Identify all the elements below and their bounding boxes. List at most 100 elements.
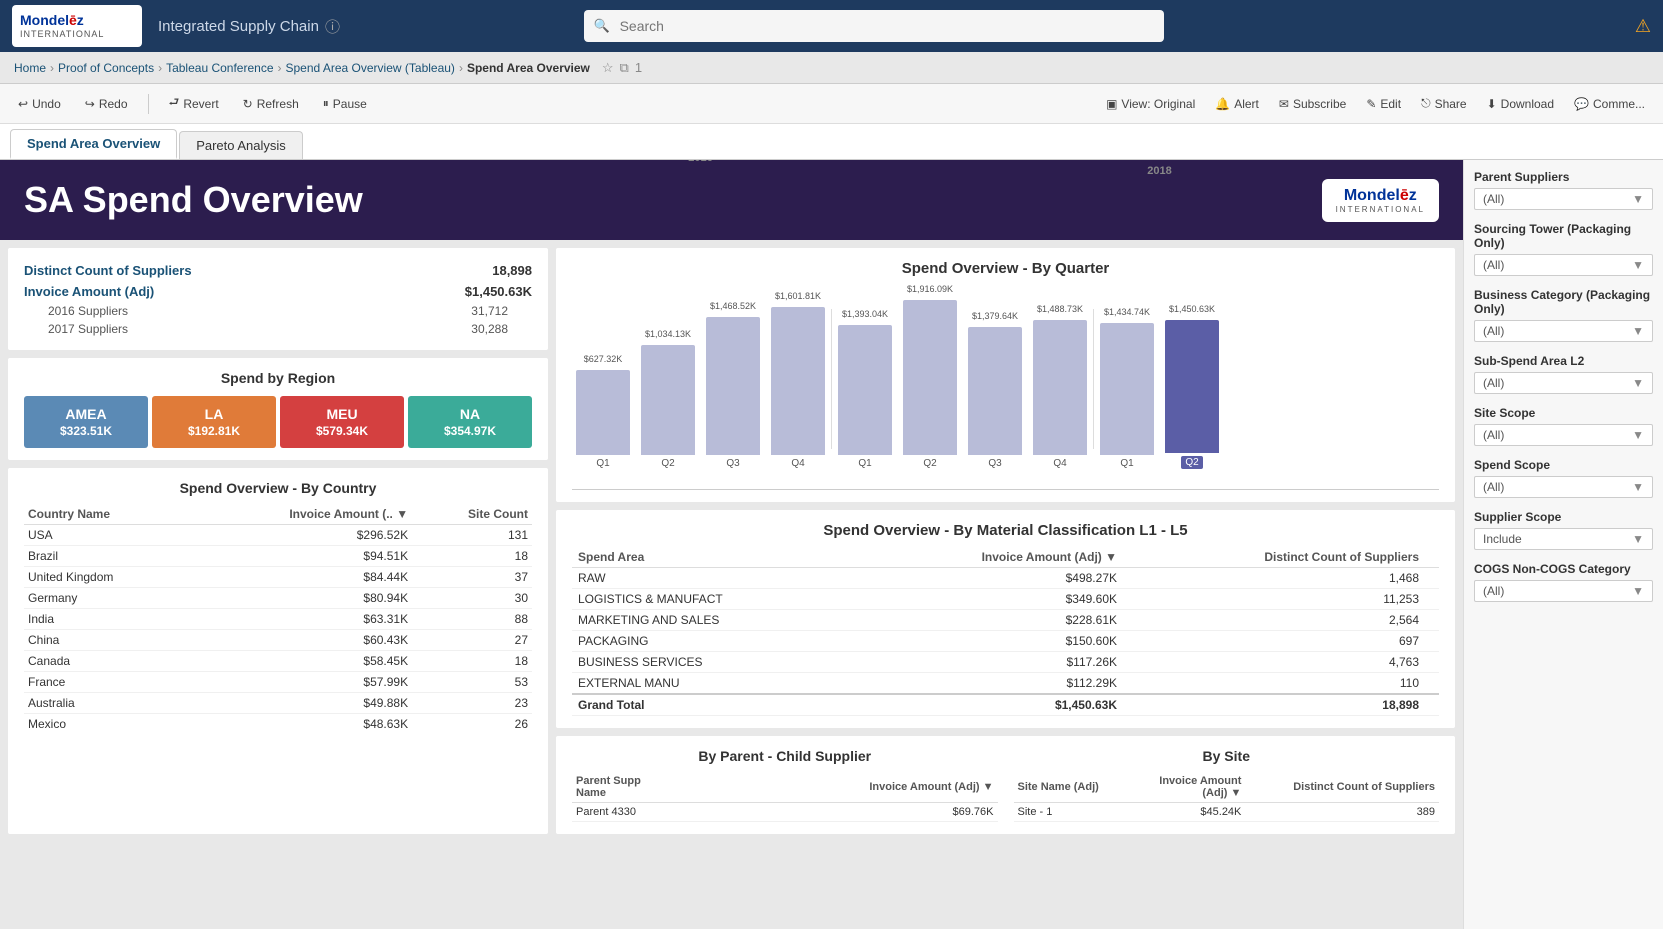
filter-site-scope-value[interactable]: (All) ▼ [1474,424,1653,446]
filter-sub-spend-area-value[interactable]: (All) ▼ [1474,372,1653,394]
edit-button[interactable]: ✎ Edit [1358,93,1409,115]
envelope-icon: ✉ [1279,97,1289,111]
table-row: India$63.31K88 [24,609,532,630]
bell-icon: 🔔 [1215,97,1230,111]
material-title: Spend Overview - By Material Classificat… [572,522,1439,539]
breadcrumb-poc[interactable]: Proof of Concepts [58,61,154,75]
quarter-bar-2017-Q1[interactable]: $1,393.04KQ1 [834,325,896,469]
kpi-suppliers-value: 18,898 [492,263,532,278]
country-col-sites: Site Count [412,504,532,525]
kpi-suppliers-label: Distinct Count of Suppliers [24,263,192,278]
region-bar-na[interactable]: NA$354.97K [408,396,532,448]
quarter-bar-2016-Q2[interactable]: $1,034.13KQ2 [637,345,699,469]
filter-supplier-scope-label: Supplier Scope [1474,510,1653,524]
breadcrumb-current: Spend Area Overview [467,61,590,75]
year-group-2017: 2017$1,393.04KQ1$1,916.09KQ2$1,379.64KQ3… [834,300,1091,469]
table-row: PACKAGING$150.60K697 [572,631,1439,652]
quarter-bar-2017-Q4[interactable]: $1,488.73KQ4 [1029,320,1091,469]
filter-spend-scope-value[interactable]: (All) ▼ [1474,476,1653,498]
table-row: France$57.99K53 [24,672,532,693]
country-scroll[interactable]: Country Name Invoice Amount (.. ▼ Site C… [24,504,532,734]
revert-button[interactable]: ⮐ Revert [161,89,227,118]
region-bars: AMEA$323.51KLA$192.81KMEU$579.34KNA$354.… [24,396,532,448]
supp-col-invoice[interactable]: Invoice Amount (Adj) ▼ [723,772,997,803]
quarter-bar-2017-Q2[interactable]: $1,916.09KQ2 [899,300,961,469]
country-sites: 30 [412,588,532,609]
filter-parent-suppliers-value[interactable]: (All) ▼ [1474,188,1653,210]
material-suppliers: 1,468 [1123,568,1425,589]
filter-sourcing-tower-value[interactable]: (All) ▼ [1474,254,1653,276]
tab-spend-area-overview[interactable]: Spend Area Overview [10,129,177,159]
subscribe-button[interactable]: ✉ Subscribe [1271,93,1354,115]
search-icon: 🔍 [594,18,610,34]
redo-button[interactable]: ↪ Redo [77,93,136,115]
country-invoice: $48.63K [189,714,412,735]
breadcrumb-home[interactable]: Home [14,61,46,75]
share-button[interactable]: ⎋ Share [1413,92,1475,115]
dashboard-logo-text: Mondelēz [1344,187,1417,205]
search-input[interactable] [584,10,1164,42]
undo-button[interactable]: ↩ Undo [10,93,69,115]
refresh-icon: ↻ [243,97,253,111]
breadcrumb-icons: ☆ ⧉ 1 [602,60,642,76]
material-col-invoice[interactable]: Invoice Amount (Adj) ▼ [856,547,1123,568]
filter-supplier-scope-value[interactable]: Include ▼ [1474,528,1653,550]
quarter-bar-2017-Q3[interactable]: $1,379.64KQ3 [964,327,1026,469]
quarter-bar-2016-Q4[interactable]: $1,601.81KQ4 [767,307,829,469]
kpi-2017-label: 2017 Suppliers [48,322,128,336]
breadcrumb-tc[interactable]: Tableau Conference [166,61,273,75]
main-layout: SA Spend Overview Mondelēz INTERNATIONAL… [0,160,1663,929]
site-col-invoice[interactable]: Invoice Amount(Adj) ▼ [1129,772,1245,803]
content-area: Distinct Count of Suppliers 18,898 Invoi… [0,240,1463,842]
chevron-down-icon: ▼ [1632,480,1644,494]
filter-business-category-label: Business Category (Packaging Only) [1474,288,1653,316]
country-col-invoice[interactable]: Invoice Amount (.. ▼ [189,504,412,525]
toolbar-separator-1 [148,94,149,114]
filter-site-scope: Site Scope (All) ▼ [1474,406,1653,446]
alert-button[interactable]: 🔔 Alert [1207,93,1267,115]
filter-business-category-value[interactable]: (All) ▼ [1474,320,1653,342]
breadcrumb-sep-3: › [278,61,282,75]
quarter-bar-2018-Q1[interactable]: $1,434.74KQ1 [1096,323,1158,469]
filter-cogs-value[interactable]: (All) ▼ [1474,580,1653,602]
country-invoice: $84.44K [189,567,412,588]
table-row: USA$296.52K131 [24,525,532,546]
table-row: Brazil$94.51K18 [24,546,532,567]
comment-button[interactable]: 💬 Comme... [1566,93,1653,115]
region-bar-meu[interactable]: MEU$579.34K [280,396,404,448]
table-row: China$60.43K27 [24,630,532,651]
material-invoice: $112.29K [856,673,1123,695]
filter-cogs-label: COGS Non-COGS Category [1474,562,1653,576]
breadcrumb-sao[interactable]: Spend Area Overview (Tableau) [286,61,455,75]
view-original-button[interactable]: ▣ View: Original [1098,93,1203,115]
info-icon[interactable]: ⓘ [325,16,340,37]
country-invoice: $49.88K [189,693,412,714]
material-col-scroll[interactable] [1425,547,1439,568]
kpi-invoice-value: $1,450.63K [465,284,532,299]
country-tbody: USA$296.52K131Brazil$94.51K18United King… [24,525,532,735]
refresh-button[interactable]: ↻ Refresh [235,93,307,115]
toolbar-right: ▣ View: Original 🔔 Alert ✉ Subscribe ✎ E… [1098,92,1653,115]
breadcrumb-sep-1: › [50,61,54,75]
country-sites: 18 [412,651,532,672]
left-panel: Distinct Count of Suppliers 18,898 Invoi… [8,248,548,834]
table-row: Germany$80.94K30 [24,588,532,609]
country-sites: 27 [412,630,532,651]
region-bar-la[interactable]: LA$192.81K [152,396,276,448]
filter-parent-suppliers: Parent Suppliers (All) ▼ [1474,170,1653,210]
kpi-2017-value: 30,288 [471,322,508,336]
filter-sourcing-tower-label: Sourcing Tower (Packaging Only) [1474,222,1653,250]
copy-icon[interactable]: ⧉ [620,60,629,76]
country-name: USA [24,525,189,546]
region-bar-amea[interactable]: AMEA$323.51K [24,396,148,448]
quarter-bar-2018-Q2[interactable]: $1,450.63KQ2 [1161,320,1223,469]
download-button[interactable]: ⬇ Download [1479,93,1562,115]
quarter-bar-2016-Q1[interactable]: $627.32KQ1 [572,370,634,469]
grand-total-label: Grand Total [572,694,856,716]
star-icon[interactable]: ☆ [602,60,614,76]
pause-button[interactable]: ⏸ Pause [315,92,375,115]
tab-pareto-analysis[interactable]: Pareto Analysis [179,131,303,159]
country-name: Brazil [24,546,189,567]
pencil-icon: ✎ [1366,97,1376,111]
quarter-bar-2016-Q3[interactable]: $1,468.52KQ3 [702,317,764,469]
